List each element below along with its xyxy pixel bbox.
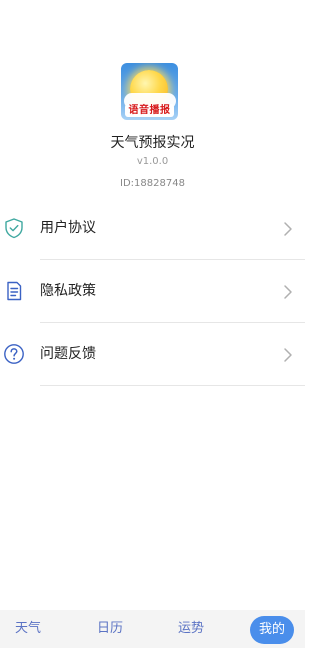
app-logo: 语音播报 xyxy=(121,63,178,120)
tab-mine[interactable]: 我的 xyxy=(250,616,294,644)
tab-fortune[interactable]: 运势 xyxy=(165,610,217,648)
menu-item-label: 问题反馈 xyxy=(40,346,96,362)
divider xyxy=(40,259,305,260)
bottom-tab-bar: 天气 日历 运势 我的 xyxy=(0,610,305,648)
app-id: ID:18828748 xyxy=(120,178,185,189)
app-name: 天气预报实况 xyxy=(110,135,195,151)
chevron-right-icon xyxy=(284,348,292,362)
menu-item-privacy-policy[interactable]: 隐私政策 xyxy=(0,261,305,323)
menu-item-user-agreement[interactable]: 用户协议 xyxy=(0,198,305,260)
divider xyxy=(40,385,305,386)
document-icon xyxy=(7,281,22,301)
chevron-right-icon xyxy=(284,285,292,299)
menu-item-label: 隐私政策 xyxy=(40,283,96,299)
menu-item-label: 用户协议 xyxy=(40,220,96,236)
logo-badge: 语音播报 xyxy=(125,104,174,117)
shield-check-icon xyxy=(5,218,23,239)
question-icon xyxy=(4,344,24,364)
divider xyxy=(40,322,305,323)
menu-item-feedback[interactable]: 问题反馈 xyxy=(0,324,305,386)
tab-calendar[interactable]: 日历 xyxy=(84,610,136,648)
tab-weather[interactable]: 天气 xyxy=(2,610,54,648)
chevron-right-icon xyxy=(284,222,292,236)
app-version: v1.0.0 xyxy=(136,156,169,167)
